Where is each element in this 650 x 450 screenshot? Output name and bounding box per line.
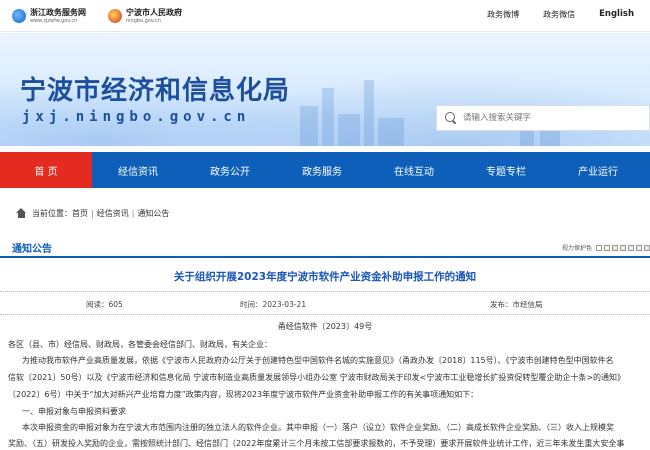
breadcrumb-notices[interactable]: 通知公告 [137,208,169,219]
banner-building [300,106,318,146]
ningbo-gov-logo-name: 宁波市人民政府 [126,7,182,17]
search-box[interactable] [436,105,650,131]
article-paragraph: 信软〔2021〕50号）以及《宁波市经济和信息化局 宁波市制造业高质量发展领导小… [8,373,626,382]
breadcrumb-home[interactable]: 首页 [72,208,88,219]
article-paragraph: 本次申报资金的申报对象为在宁波大市范围内注册的独立法人的软件企业。其中申报（一）… [22,423,614,432]
national-emblem-icon [108,9,122,23]
ningbo-gov-logo-url: ningbo.gov.cn [126,17,161,24]
article-paragraph: 奖励、（五）研发投入奖励的企业，需按照统计部门、经信部门（2022年度累计三个月… [8,439,625,448]
color-swatch-blue[interactable] [628,244,634,251]
site-domain: jxj.ningbo.gov.cn [22,109,251,125]
section-header: 通知公告 视力保护色 [0,236,650,258]
section-title: 通知公告 [12,244,52,255]
color-swatch-green[interactable] [620,244,626,251]
nav-online-interaction[interactable]: 在线互动 [368,152,460,188]
document-number: 甬经信软件〔2023〕49号 [277,322,373,331]
eye-protection-colors: 视力保护色 [562,243,650,252]
english-link[interactable]: English [587,9,634,20]
color-swatch-gray[interactable] [636,244,642,251]
wechat-link[interactable]: 政务微信 [531,9,587,20]
top-links: 政务微博 政务微信 English [475,9,634,20]
banner-building [378,118,404,146]
article-source: 发布：市经信局 [490,300,543,309]
eye-protection-label: 视力保护色 [561,245,592,252]
home-icon [16,208,27,218]
article-meta: 阅读：605 时间：2023-03-21 发布：市经信局 [0,291,650,315]
article-section-heading: 一、申报对象与申报资料要求 [22,407,126,416]
site-title[interactable]: 宁波市经济和信息化局 [20,70,290,107]
banner-building [322,88,334,146]
top-bar: 浙江政务服务网 www.zjzwfw.gov.cn 宁波市人民政府 ningbo… [0,0,650,32]
nav-home[interactable]: 首 页 [0,152,92,188]
article-title: 关于组织开展2023年度宁波市软件产业资金补助申报工作的通知 [173,271,477,283]
color-swatch-cream[interactable] [604,244,610,251]
breadcrumb-news[interactable]: 经信资讯 [97,208,129,219]
zjzwfw-logo-url: www.zjzwfw.gov.cn [30,17,78,24]
site-banner: 宁波市经济和信息化局 jxj.ningbo.gov.cn [0,33,650,146]
banner-building [364,80,374,146]
banner-building [338,114,360,146]
nav-news[interactable]: 经信资讯 [92,152,184,188]
breadcrumb-separator: | [131,208,135,218]
color-swatch-white[interactable] [596,244,602,251]
breadcrumb-separator: | [91,208,94,218]
nav-gov-services[interactable]: 政务服务 [276,152,368,188]
search-icon[interactable] [445,112,457,124]
color-swatch-pink[interactable] [644,244,650,251]
search-input[interactable] [463,113,643,123]
zjzwfw-logo[interactable]: 浙江政务服务网 www.zjzwfw.gov.cn [12,7,86,25]
nav-special-topics[interactable]: 专题专栏 [460,152,552,188]
nav-gov-affairs-open[interactable]: 政务公开 [184,152,276,188]
article-views: 阅读：605 [86,300,123,309]
article-paragraph: 各区（县、市）经信局、财政局，各管委会经信部门、财政局，有关企业： [8,340,272,349]
breadcrumb-label: 当前位置： [32,208,72,218]
color-swatch-beige[interactable] [612,244,618,251]
weibo-link[interactable]: 政务微博 [475,9,531,20]
article-date: 时间：2023-03-21 [240,300,307,309]
ningbo-gov-logo[interactable]: 宁波市人民政府 ningbo.gov.cn [108,7,182,25]
breadcrumb: 当前位置： 首页 | 经信资讯 | 通知公告 [16,206,169,220]
nav-industry-operation[interactable]: 产业运行 [552,152,644,188]
zjzwfw-emblem-icon [12,9,26,23]
main-nav: 首 页 经信资讯 政务公开 政务服务 在线互动 专题专栏 产业运行 [0,152,650,188]
article-paragraph: 〔2022〕6号）中关于“加大对新兴产业培育力度”政策内容，现将2023年度宁波… [8,390,479,399]
zjzwfw-logo-name: 浙江政务服务网 [30,7,86,17]
article-paragraph: 为推动我市软件产业高质量发展，依据《宁波市人民政府办公厅关于创建特色型中国软件名… [22,356,614,365]
